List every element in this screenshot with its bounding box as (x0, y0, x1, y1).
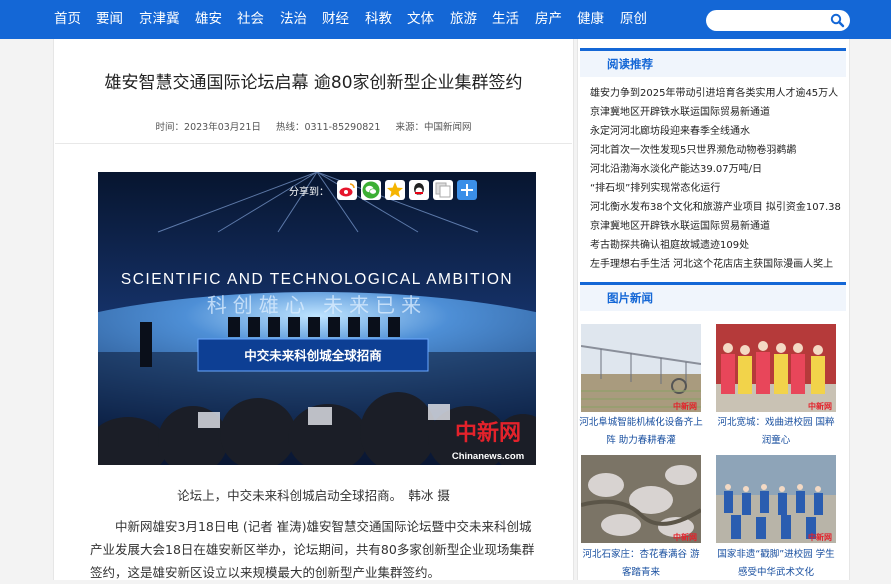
nav-travel[interactable]: 旅游 (450, 0, 477, 39)
photo-caption-blossom[interactable]: 河北石家庄：杏花春满谷 游客踏青来 (578, 546, 704, 582)
nav-news[interactable]: 要闻 (96, 0, 123, 39)
share-bar: 分享到： (289, 179, 481, 201)
copy-icon[interactable] (433, 180, 453, 200)
list-item[interactable]: 永定河河北廊坊段迎来春季全线通水 (590, 122, 846, 141)
photo-caption-farm[interactable]: 河北阜城智能机械化设备齐上阵 助力春耕春灌 (578, 414, 704, 450)
search-box (706, 10, 850, 31)
nav-science-edu[interactable]: 科教 (365, 0, 392, 39)
photo-thumb-farm[interactable]: 中新网 (581, 324, 701, 412)
list-item[interactable]: 考古勘探共确认祖庭故城遗迹109处 (590, 236, 846, 255)
article-body: 中新网雄安3月18日电 (记者 崔涛)雄安智慧交通国际论坛暨中交未来科创城产业发… (90, 515, 542, 584)
nav-health[interactable]: 健康 (577, 0, 604, 39)
photo-news-title[interactable]: 图片新闻 (580, 285, 680, 311)
photo-watermark-cn: 中新网 (455, 420, 521, 446)
list-item[interactable]: 京津冀地区开辟铁水联运国际贸易新通道 (590, 103, 846, 122)
nav-life[interactable]: 生活 (492, 0, 519, 39)
photo-thumb-blossom[interactable]: 中新网 (581, 455, 701, 543)
list-item[interactable]: “排石坝”排列实现常态化运行 (590, 179, 846, 198)
photo-banner-en: SCIENTIFIC AND TECHNOLOGICAL AMBITION (121, 271, 513, 288)
nav-xiongan[interactable]: 雄安 (195, 0, 222, 39)
nav-original[interactable]: 原创 (620, 0, 647, 39)
wechat-icon[interactable] (361, 180, 381, 200)
reading-list: 雄安力争到2025年带动引进培育各类实用人才逾45万人 京津冀地区开辟铁水联运国… (590, 84, 846, 274)
list-item[interactable]: 河北首次一次性发现5只世界濒危动物卷羽鹈鹕 (590, 141, 846, 160)
photo-news-header: 图片新闻 (580, 282, 846, 311)
list-item[interactable]: 左手理想右手生活 河北这个花店店主获国际漫画人奖上 (590, 255, 846, 274)
hotline: 热线：0311-85290821 (275, 122, 381, 133)
photo-stage-sign: 中交未来科创城全球招商 (244, 348, 382, 363)
list-item[interactable]: 雄安力争到2025年带动引进培育各类实用人才逾45万人 (590, 84, 846, 103)
reading-title[interactable]: 阅读推荐 (580, 51, 680, 77)
more-icon[interactable] (457, 180, 477, 200)
publish-time: 时间：2023年03月21日 (155, 122, 261, 133)
search-input[interactable] (714, 12, 832, 29)
list-item[interactable]: 河北衡水发布38个文化和旅游产业项目 拟引资金107.38 (590, 198, 846, 217)
nav-jingjinji[interactable]: 京津冀 (139, 0, 180, 39)
share-label: 分享到： (289, 186, 329, 198)
thumb-watermark: 中新网 (673, 532, 697, 542)
photo-caption-opera[interactable]: 河北宽城：戏曲进校园 国粹润童心 (713, 414, 839, 450)
divider (55, 143, 572, 144)
article-panel: 雄安智慧交通国际论坛启幕 逾80家创新型企业集群签约 时间：2023年03月21… (53, 39, 574, 580)
thumb-watermark: 中新网 (673, 401, 697, 411)
list-item[interactable]: 河北沿渤海水淡化产能达39.07万吨/日 (590, 160, 846, 179)
top-nav-bar: 首页 要闻 京津冀 雄安 社会 法治 财经 科教 文体 旅游 生活 房产 健康 … (0, 0, 891, 39)
article-paragraph: 中新网雄安3月18日电 (记者 崔涛)雄安智慧交通国际论坛暨中交未来科创城产业发… (90, 519, 535, 580)
article-meta: 时间：2023年03月21日 热线：0311-85290821 来源：中国新闻网 (54, 119, 573, 133)
photo-banner-cn: 科创雄心 未来已来 (207, 293, 427, 317)
source: 来源：中国新闻网 (395, 122, 472, 133)
list-item[interactable]: 京津冀地区开辟铁水联运国际贸易新通道 (590, 217, 846, 236)
photo-watermark-url: Chinanews.com (452, 451, 524, 462)
qzone-icon[interactable] (385, 180, 405, 200)
photo-caption: 论坛上，中交未来科创城启动全球招商。 韩冰 摄 (177, 488, 450, 503)
nav-real-estate[interactable]: 房产 (535, 0, 562, 39)
search-icon[interactable] (829, 12, 846, 29)
qq-icon[interactable] (409, 180, 429, 200)
thumb-watermark: 中新网 (808, 401, 832, 411)
nav-home[interactable]: 首页 (54, 0, 81, 39)
photo-thumb-martial[interactable]: 中新网 (716, 455, 836, 543)
nav-society[interactable]: 社会 (237, 0, 264, 39)
reading-header: 阅读推荐 (580, 48, 846, 77)
weibo-icon[interactable] (337, 180, 357, 200)
thumb-watermark: 中新网 (808, 532, 832, 542)
article-title: 雄安智慧交通国际论坛启幕 逾80家创新型企业集群签约 (104, 73, 523, 93)
photo-thumb-opera[interactable]: 中新网 (716, 324, 836, 412)
sidebar: 阅读推荐 雄安力争到2025年带动引进培育各类实用人才逾45万人 京津冀地区开辟… (577, 39, 850, 580)
nav-law[interactable]: 法治 (280, 0, 307, 39)
nav-finance[interactable]: 财经 (322, 0, 349, 39)
article-photo: SCIENTIFIC AND TECHNOLOGICAL AMBITION 科创… (98, 172, 536, 465)
nav-culture-sports[interactable]: 文体 (407, 0, 434, 39)
photo-caption-martial[interactable]: 国家非遗“戳脚”进校园 学生感受中华武术文化 (713, 546, 839, 582)
